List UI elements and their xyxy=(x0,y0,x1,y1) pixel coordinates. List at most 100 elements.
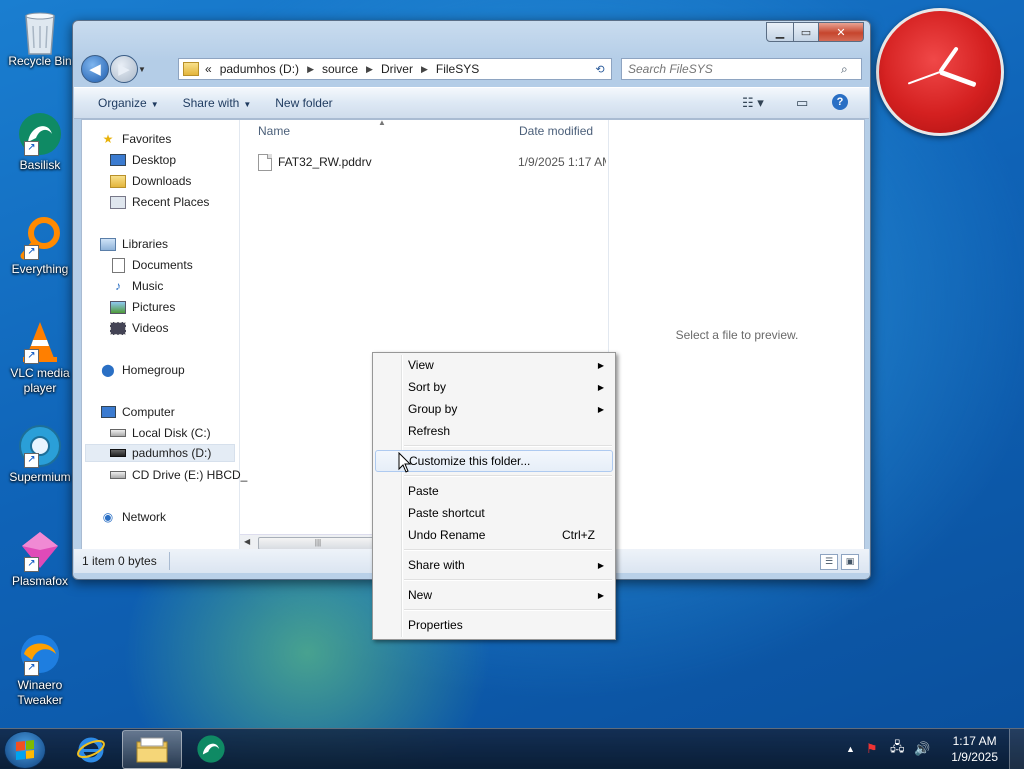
breadcrumb-filesys[interactable]: FileSYS xyxy=(436,62,479,76)
nav-label: Favorites xyxy=(122,132,172,146)
taskbar-clock[interactable]: 1:17 AM 1/9/2025 xyxy=(951,733,998,765)
details-view-icon[interactable]: ☰ xyxy=(820,554,838,570)
forward-button[interactable]: ▶ xyxy=(110,55,138,83)
taskbar-time: 1:17 AM xyxy=(952,734,997,748)
search-icon[interactable]: ⌕ xyxy=(841,62,857,77)
supermium-icon: ↗ xyxy=(18,424,62,468)
submenu-arrow-icon: ▶ xyxy=(597,590,604,600)
column-header-name[interactable]: Name xyxy=(258,124,290,138)
nav-padumhos-d[interactable]: padumhos (D:) xyxy=(85,444,235,462)
taskbar-windows-explorer[interactable] xyxy=(122,730,182,769)
view-options-icon[interactable]: ☷ ▾ xyxy=(742,95,764,111)
refresh-button[interactable]: ⟲ xyxy=(589,58,612,80)
menu-item-paste-shortcut[interactable]: Paste shortcut xyxy=(375,503,613,523)
nav-label: Desktop xyxy=(132,153,177,167)
menu-item-undo-rename[interactable]: Undo Rename Ctrl+Z xyxy=(375,525,613,545)
search-box[interactable]: ⌕ xyxy=(621,58,862,80)
preview-pane: Select a file to preview. xyxy=(608,120,865,550)
nav-desktop[interactable]: Desktop xyxy=(110,151,176,169)
new-folder-button[interactable]: New folder xyxy=(275,96,332,110)
nav-label: Local Disk (C:) xyxy=(132,426,211,440)
back-button[interactable]: ◀ xyxy=(81,55,109,83)
nav-computer[interactable]: Computer xyxy=(100,403,175,421)
desktop-icon-recycle-bin[interactable]: Recycle Bin xyxy=(4,8,76,69)
desktop-icon-supermium[interactable]: ↗ Supermium xyxy=(4,424,76,485)
taskbar-internet-explorer[interactable] xyxy=(62,730,120,767)
submenu-arrow-icon: ▶ xyxy=(597,360,604,370)
show-hidden-icons-button[interactable]: ▲ xyxy=(846,729,855,769)
desktop-icon-label: Basilisk xyxy=(19,158,61,172)
breadcrumb-driver[interactable]: Driver xyxy=(381,62,413,76)
nav-network[interactable]: ◉ Network xyxy=(100,508,166,526)
close-button[interactable]: ✕ xyxy=(819,22,864,42)
nav-documents[interactable]: Documents xyxy=(110,256,193,274)
nav-label: Recent Places xyxy=(132,195,210,209)
nav-cd-drive-e[interactable]: CD Drive (E:) HBCD_ xyxy=(110,466,247,484)
nav-libraries[interactable]: Libraries xyxy=(100,235,168,253)
start-button[interactable] xyxy=(4,731,46,769)
desktop-icon-winaero-tweaker[interactable]: ↗ Winaero Tweaker xyxy=(4,632,76,708)
desktop-icon-plasmafox[interactable]: ↗ Plasmafox xyxy=(4,528,76,589)
preview-message: Select a file to preview. xyxy=(675,328,799,342)
chevron-down-icon: ▼ xyxy=(150,100,159,109)
nav-downloads[interactable]: Downloads xyxy=(110,172,191,190)
recent-pages-dropdown[interactable]: ▼ xyxy=(138,65,146,74)
breadcrumb-drive[interactable]: padumhos (D:) xyxy=(220,62,299,76)
scroll-left-icon[interactable]: ◀ xyxy=(244,537,250,546)
nav-music[interactable]: ♪ Music xyxy=(110,277,163,295)
menu-item-group-by[interactable]: Group by ▶ xyxy=(375,399,613,419)
nav-recent-places[interactable]: Recent Places xyxy=(110,193,209,211)
back-arrow-icon: ◀ xyxy=(89,61,101,78)
menu-item-refresh[interactable]: Refresh xyxy=(375,421,613,441)
context-menu: View ▶ Sort by ▶ Group by ▶ Refresh Customi… xyxy=(372,352,616,640)
volume-icon[interactable]: 🔊 xyxy=(914,729,930,769)
nav-homegroup[interactable]: ⬤ Homegroup xyxy=(100,361,184,379)
address-bar[interactable]: « padumhos (D:) ▶ source ▶ Driver ▶ File… xyxy=(178,58,612,80)
nav-label: CD Drive (E:) HBCD_ xyxy=(132,468,248,482)
help-icon[interactable]: ? xyxy=(832,94,848,110)
breadcrumb-separator-icon[interactable]: ▶ xyxy=(307,64,314,75)
menu-separator xyxy=(404,579,612,581)
menu-item-view[interactable]: View ▶ xyxy=(375,355,613,375)
desktop-icon-label: Winaero Tweaker xyxy=(17,678,63,707)
large-icons-view-icon[interactable]: ▣ xyxy=(841,554,859,570)
nav-label: padumhos (D:) xyxy=(132,446,212,460)
nav-videos[interactable]: Videos xyxy=(110,319,168,337)
status-text: 1 item 0 bytes xyxy=(82,554,157,568)
menu-label: Refresh xyxy=(408,424,451,438)
nav-favorites[interactable]: ★ Favorites xyxy=(100,130,172,148)
menu-item-new[interactable]: New ▶ xyxy=(375,585,613,605)
menu-item-sort-by[interactable]: Sort by ▶ xyxy=(375,377,613,397)
menu-label: Customize this folder... xyxy=(409,454,531,468)
organize-button[interactable]: Organize ▼ xyxy=(98,96,159,110)
preview-pane-icon[interactable]: ▭ xyxy=(796,95,808,111)
menu-item-paste[interactable]: Paste xyxy=(375,481,613,501)
menu-label: View xyxy=(408,358,434,372)
breadcrumb-separator-icon[interactable]: ▶ xyxy=(366,64,373,75)
action-center-icon[interactable]: ⚑ xyxy=(866,729,878,769)
menu-item-share-with[interactable]: Share with ▶ xyxy=(375,555,613,575)
file-row[interactable]: FAT32_RW.pddrv 1/9/2025 1:17 AM xyxy=(258,152,607,172)
nav-pictures[interactable]: Pictures xyxy=(110,298,175,316)
nav-local-disk-c[interactable]: Local Disk (C:) xyxy=(110,424,211,442)
menu-item-properties[interactable]: Properties xyxy=(375,615,613,635)
share-with-button[interactable]: Share with ▼ xyxy=(183,96,252,110)
column-header-date-modified[interactable]: Date modified xyxy=(519,124,593,138)
maximize-button[interactable]: ▭ xyxy=(794,22,819,42)
menu-separator xyxy=(404,475,612,477)
desktop-icon-everything[interactable]: ↗ Everything xyxy=(4,216,76,277)
share-with-label: Share with xyxy=(182,96,240,110)
show-desktop-button[interactable] xyxy=(1009,729,1024,769)
desktop-icon-vlc[interactable]: ↗ VLC media player xyxy=(4,320,76,396)
search-input[interactable] xyxy=(622,61,841,77)
taskbar-basilisk[interactable] xyxy=(182,730,240,767)
hard-drive-icon xyxy=(110,446,126,460)
minimize-button[interactable]: ▁ xyxy=(766,22,794,42)
breadcrumb-overflow[interactable]: « xyxy=(205,62,212,76)
desktop-icon-basilisk[interactable]: ↗ Basilisk xyxy=(4,112,76,173)
breadcrumb-separator-icon[interactable]: ▶ xyxy=(421,64,428,75)
clock-gadget[interactable] xyxy=(876,8,1004,136)
breadcrumb-source[interactable]: source xyxy=(322,62,358,76)
clock-hour-hand xyxy=(939,69,977,88)
network-tray-icon[interactable]: 🖧 xyxy=(890,729,905,769)
